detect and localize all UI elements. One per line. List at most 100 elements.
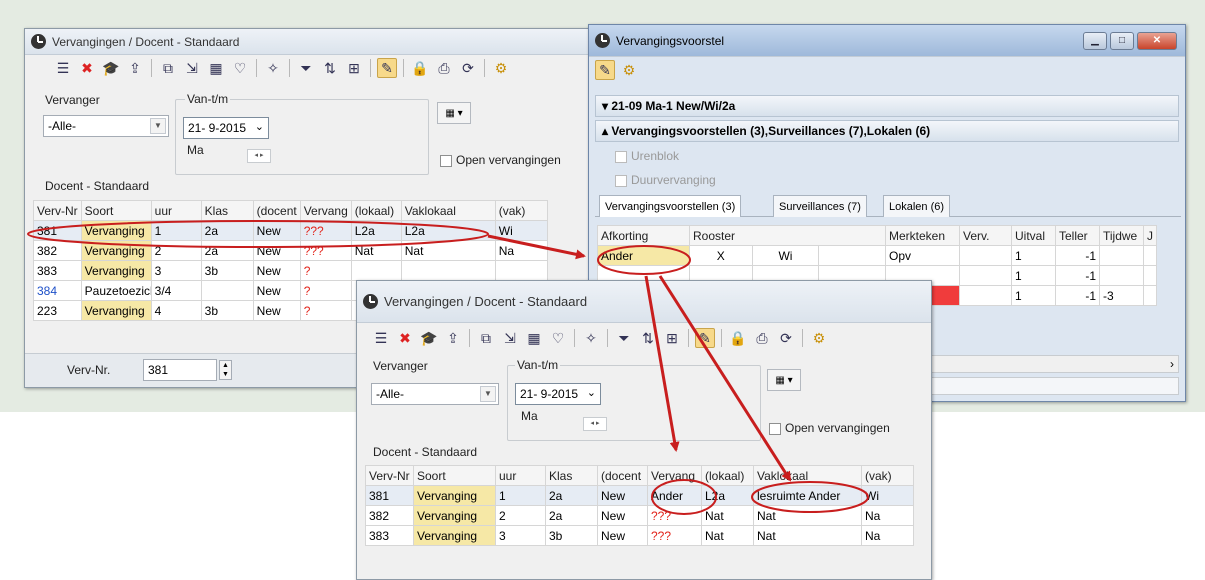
col-header[interactable]: Merkteken — [885, 225, 960, 246]
cell[interactable]: New — [252, 260, 301, 281]
tab-lokalen[interactable]: Lokalen (6) — [883, 195, 951, 217]
cell[interactable]: Vervanging — [80, 300, 152, 321]
col-header[interactable]: Verv. — [959, 225, 1012, 246]
cell[interactable]: Vervanging — [80, 220, 152, 241]
col-header[interactable]: Vervang — [299, 200, 352, 221]
checkbox-box[interactable] — [615, 150, 627, 163]
cell[interactable]: 2 — [150, 240, 202, 261]
settings-gear-icon[interactable]: ⚙ — [491, 58, 511, 78]
open-vervangingen-checkbox[interactable]: Open vervangingen — [440, 153, 561, 167]
close-button[interactable]: ✕ — [1137, 31, 1177, 50]
cell[interactable]: New — [252, 220, 301, 241]
delete-icon[interactable]: ✖ — [77, 58, 97, 78]
col-header[interactable]: (vak) — [494, 200, 548, 221]
cell[interactable]: Wi — [861, 485, 914, 506]
cell[interactable]: New — [252, 240, 301, 261]
col-header[interactable]: Afkorting — [597, 225, 690, 246]
vervanger-select[interactable]: -Alle- ▼ — [371, 383, 499, 405]
vervnr-input[interactable]: 381 — [143, 359, 217, 381]
col-header[interactable]: (docent — [252, 200, 301, 221]
cell[interactable] — [1099, 245, 1144, 266]
col-header[interactable]: Vaklokaal — [400, 200, 496, 221]
col-header[interactable]: Uitval — [1011, 225, 1056, 246]
cell[interactable]: 223 — [33, 300, 82, 321]
cell[interactable]: L2a — [400, 220, 496, 241]
cell[interactable]: 3/4 — [150, 280, 202, 301]
col-header[interactable]: (docent — [597, 465, 648, 486]
cell[interactable] — [400, 260, 496, 281]
cell[interactable]: ??? — [647, 525, 702, 546]
col-header[interactable]: Verv-Nr — [365, 465, 414, 486]
cell[interactable] — [959, 265, 1012, 286]
calendar-icon[interactable]: ▦ ▾ — [437, 102, 471, 124]
vervanger-select[interactable]: -Alle- ▼ — [43, 115, 169, 137]
cell[interactable]: Nat — [701, 505, 754, 526]
cell[interactable]: 2a — [545, 485, 598, 506]
col-header[interactable]: Teller — [1055, 225, 1100, 246]
cell[interactable]: 3 — [150, 260, 202, 281]
cell[interactable]: Ander — [647, 485, 702, 506]
cell[interactable]: -1 — [1055, 265, 1100, 286]
table-row[interactable]: 383 Vervanging 3 3b New ? — [33, 260, 548, 281]
cell[interactable] — [200, 280, 254, 301]
col-header[interactable]: Soort — [413, 465, 496, 486]
wand-icon[interactable]: ✧ — [263, 58, 283, 78]
col-header[interactable]: (lokaal) — [350, 200, 402, 221]
copy-icon[interactable]: ⧉ — [476, 328, 496, 348]
cell[interactable]: 3b — [545, 525, 598, 546]
refresh-icon[interactable]: ⟳ — [776, 328, 796, 348]
cell[interactable]: Vervanging — [413, 505, 496, 526]
cell[interactable]: Nat — [350, 240, 402, 261]
cell[interactable] — [350, 260, 402, 281]
proposals-section-header[interactable]: ▴ Vervangingsvoorstellen (3),Surveillanc… — [595, 120, 1179, 142]
teacher-icon[interactable]: 🎓 — [101, 58, 121, 78]
cell[interactable]: 382 — [33, 240, 82, 261]
wand-icon[interactable]: ✧ — [581, 328, 601, 348]
table-row[interactable]: Ander X Wi Opv 1 -1 — [597, 245, 1157, 266]
cell[interactable]: New — [252, 280, 301, 301]
col-header[interactable]: uur — [150, 200, 202, 221]
col-header[interactable]: Vaklokaal — [753, 465, 862, 486]
cell[interactable]: L2a — [701, 485, 754, 506]
cell[interactable]: Na — [861, 505, 914, 526]
grid-icon[interactable]: ⊞ — [344, 58, 364, 78]
open-vervangingen-checkbox[interactable]: Open vervangingen — [769, 421, 890, 435]
cell[interactable]: Vervanging — [80, 240, 152, 261]
horizontal-scrollbar[interactable]: › — [929, 355, 1179, 373]
cell[interactable]: 3b — [200, 300, 254, 321]
checkbox-box[interactable] — [615, 174, 627, 187]
cell[interactable]: -1 — [1055, 285, 1100, 306]
cell[interactable]: 3 — [495, 525, 546, 546]
calculator-icon[interactable]: ▦ — [206, 58, 226, 78]
cell[interactable] — [1143, 265, 1157, 286]
cell[interactable]: New — [252, 300, 301, 321]
col-header[interactable]: Soort — [80, 200, 152, 221]
funnel-icon[interactable]: ⏷ — [296, 58, 316, 78]
cell[interactable]: ? — [299, 260, 352, 281]
table-row[interactable]: 381 Vervanging 1 2a New ??? L2a L2a Wi — [33, 220, 548, 241]
cell[interactable]: lesruimte Ander — [753, 485, 862, 506]
cell[interactable] — [1143, 245, 1157, 266]
funnel-icon[interactable]: ⏷ — [614, 328, 634, 348]
chevron-down-icon[interactable]: ⌄ — [255, 120, 264, 133]
cell[interactable]: ??? — [299, 220, 352, 241]
minimize-button[interactable]: ▁ — [1083, 31, 1107, 50]
cell[interactable]: 2a — [200, 220, 254, 241]
cell[interactable]: New — [597, 525, 648, 546]
cell[interactable]: ? — [299, 300, 352, 321]
settings-gear-icon[interactable]: ⚙ — [809, 328, 829, 348]
col-header[interactable]: Klas — [200, 200, 254, 221]
cell[interactable]: 3b — [200, 260, 254, 281]
cell[interactable]: New — [597, 505, 648, 526]
print-icon[interactable]: ⎙ — [752, 328, 772, 348]
cell[interactable]: Vervanging — [413, 525, 496, 546]
col-header[interactable]: J — [1143, 225, 1157, 246]
export-icon[interactable]: ⇪ — [125, 58, 145, 78]
cell[interactable]: 381 — [33, 220, 82, 241]
cell[interactable]: 2a — [545, 505, 598, 526]
day-stepper[interactable]: ◂ ▸ — [247, 149, 271, 163]
cell[interactable]: Nat — [753, 505, 862, 526]
col-header[interactable]: Vervang — [647, 465, 702, 486]
list-icon[interactable]: ☰ — [53, 58, 73, 78]
urenblok-checkbox[interactable]: Urenblok — [615, 149, 679, 163]
